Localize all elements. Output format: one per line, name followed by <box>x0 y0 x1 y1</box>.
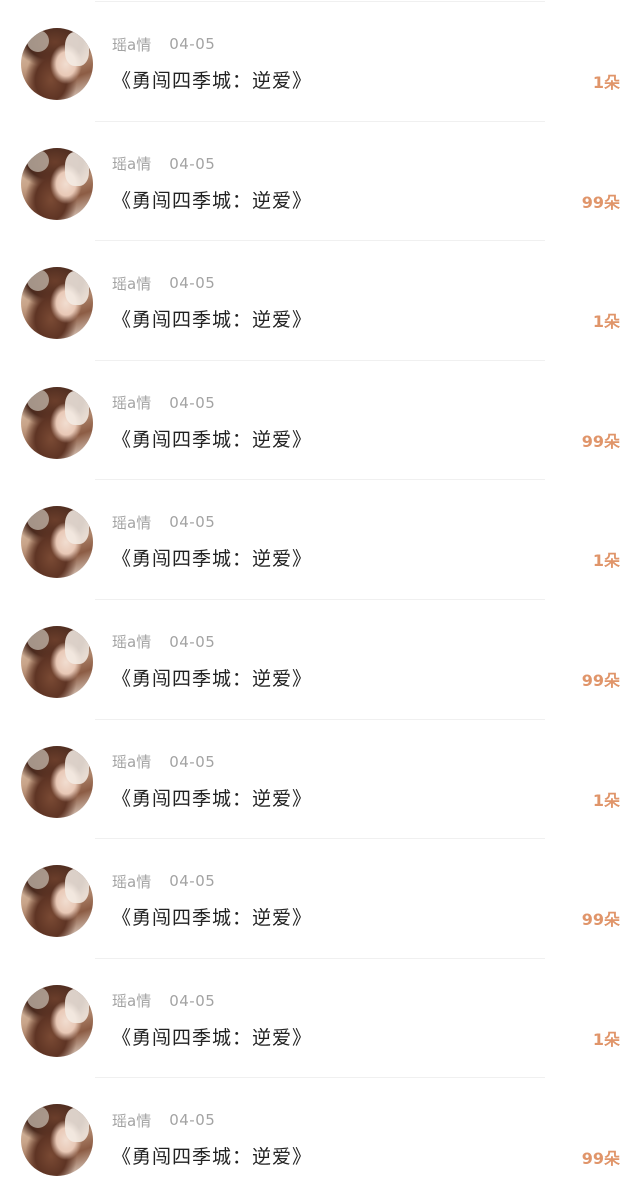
flower-count: 1朵 <box>592 312 620 332</box>
flower-count: 99朵 <box>581 192 620 212</box>
item-meta: 瑶a情 04-05 <box>112 34 215 54</box>
flower-count: 1朵 <box>592 73 620 92</box>
book-title[interactable]: 《勇闯四季城：逆爱》 <box>112 784 312 811</box>
item-meta: 瑶a情 04-05 <box>112 154 215 174</box>
flower-count: 1朵 <box>592 1029 620 1049</box>
avatar[interactable] <box>21 984 93 1057</box>
date: 04-05 <box>169 632 216 651</box>
username[interactable]: 瑶a情 <box>112 1110 151 1131</box>
flower-count: 99朵 <box>581 910 620 930</box>
list-item[interactable]: 瑶a情 04-05 《勇闯四季城：逆爱》 1朵 <box>0 2 640 122</box>
item-meta: 瑶a情 04-05 <box>112 1110 215 1130</box>
flower-count: 99朵 <box>581 431 620 451</box>
book-title[interactable]: 《勇闯四季城：逆爱》 <box>112 903 312 930</box>
date: 04-05 <box>169 1111 216 1130</box>
avatar[interactable] <box>21 28 93 100</box>
username[interactable]: 瑶a情 <box>112 751 151 772</box>
avatar[interactable] <box>21 147 93 220</box>
list-item[interactable]: 瑶a情 04-05 《勇闯四季城：逆爱》 1朵 <box>0 241 640 361</box>
item-meta: 瑶a情 04-05 <box>112 871 215 891</box>
item-meta: 瑶a情 04-05 <box>112 512 215 532</box>
date: 04-05 <box>169 513 216 532</box>
avatar[interactable] <box>21 267 93 340</box>
username[interactable]: 瑶a情 <box>112 153 151 174</box>
flower-count: 99朵 <box>581 1149 620 1169</box>
date: 04-05 <box>169 752 216 771</box>
date: 04-05 <box>169 393 216 412</box>
list-item[interactable]: 瑶a情 04-05 《勇闯四季城：逆爱》 1朵 <box>0 480 640 600</box>
list-item[interactable]: 瑶a情 04-05 《勇闯四季城：逆爱》 99朵 <box>0 122 640 242</box>
list-item[interactable]: 瑶a情 04-05 《勇闯四季城：逆爱》 99朵 <box>0 361 640 481</box>
avatar[interactable] <box>21 745 93 818</box>
book-title[interactable]: 《勇闯四季城：逆爱》 <box>112 664 312 691</box>
list-item[interactable]: 瑶a情 04-05 《勇闯四季城：逆爱》 1朵 <box>0 959 640 1079</box>
list-item[interactable]: 瑶a情 04-05 《勇闯四季城：逆爱》 1朵 <box>0 720 640 840</box>
avatar[interactable] <box>21 865 93 938</box>
flower-count: 1朵 <box>592 551 620 571</box>
avatar[interactable] <box>21 386 93 459</box>
item-meta: 瑶a情 04-05 <box>112 632 215 652</box>
username[interactable]: 瑶a情 <box>112 34 151 55</box>
avatar[interactable] <box>21 1104 93 1177</box>
date: 04-05 <box>169 872 216 891</box>
list-item[interactable]: 瑶a情 04-05 《勇闯四季城：逆爱》 99朵 <box>0 839 640 959</box>
book-title[interactable]: 《勇闯四季城：逆爱》 <box>112 544 312 571</box>
username[interactable]: 瑶a情 <box>112 631 151 652</box>
flower-count: 1朵 <box>592 790 620 810</box>
list-item[interactable]: 瑶a情 04-05 《勇闯四季城：逆爱》 99朵 <box>0 600 640 720</box>
date: 04-05 <box>169 154 216 173</box>
flower-count: 99朵 <box>581 670 620 690</box>
date: 04-05 <box>169 274 216 293</box>
book-title[interactable]: 《勇闯四季城：逆爱》 <box>112 186 312 213</box>
username[interactable]: 瑶a情 <box>112 871 151 892</box>
book-title[interactable]: 《勇闯四季城：逆爱》 <box>112 1023 312 1050</box>
item-meta: 瑶a情 04-05 <box>112 273 215 293</box>
avatar[interactable] <box>21 506 93 579</box>
avatar[interactable] <box>21 625 93 698</box>
item-meta: 瑶a情 04-05 <box>112 752 215 772</box>
item-meta: 瑶a情 04-05 <box>112 393 215 413</box>
book-title[interactable]: 《勇闯四季城：逆爱》 <box>112 305 312 332</box>
username[interactable]: 瑶a情 <box>112 392 151 413</box>
item-meta: 瑶a情 04-05 <box>112 991 215 1011</box>
date: 04-05 <box>169 991 216 1010</box>
book-title[interactable]: 《勇闯四季城：逆爱》 <box>112 66 312 93</box>
list-item[interactable]: 瑶a情 04-05 《勇闯四季城：逆爱》 99朵 <box>0 1078 640 1196</box>
username[interactable]: 瑶a情 <box>112 273 151 294</box>
book-title[interactable]: 《勇闯四季城：逆爱》 <box>112 425 312 452</box>
book-title[interactable]: 《勇闯四季城：逆爱》 <box>112 1142 312 1169</box>
gift-list[interactable]: 瑶a情 04-05 《勇闯四季城：逆爱》 1朵 瑶a情 04-05 《勇闯四季城… <box>0 2 640 1196</box>
date: 04-05 <box>169 35 216 53</box>
gift-record-page: 瑶a情 04-05 《勇闯四季城：逆爱》 1朵 瑶a情 04-05 《勇闯四季城… <box>0 0 640 1196</box>
username[interactable]: 瑶a情 <box>112 512 151 533</box>
username[interactable]: 瑶a情 <box>112 990 151 1011</box>
